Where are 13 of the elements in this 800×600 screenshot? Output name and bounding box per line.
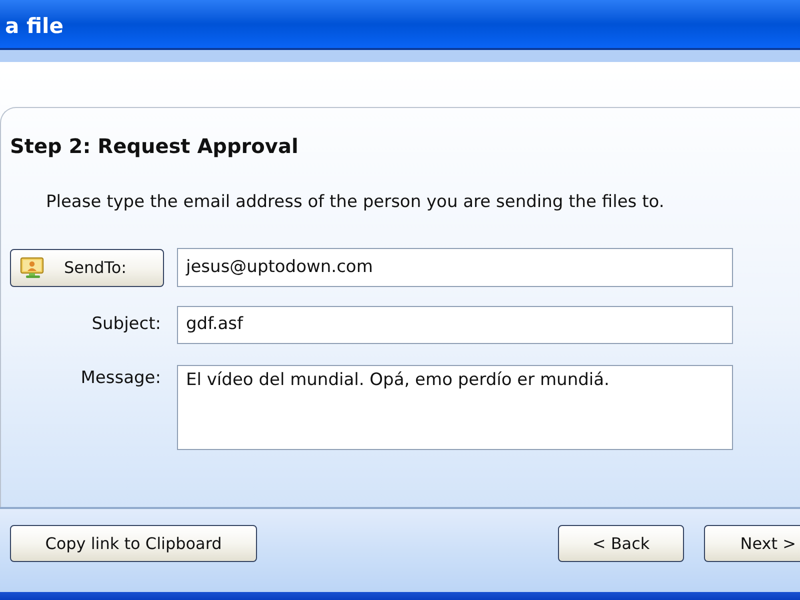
copy-link-button[interactable]: Copy link to Clipboard (10, 525, 257, 562)
subject-field[interactable]: gdf.asf (177, 306, 733, 344)
message-field[interactable]: El vídeo del mundial. Opá, emo perdío er mundiá. (177, 365, 733, 450)
back-button[interactable]: < Back (558, 525, 684, 562)
send-to-button[interactable]: SendTo: (10, 249, 164, 287)
monitor-icon (20, 257, 46, 279)
message-label: Message: (80, 367, 161, 390)
window-title: a file (5, 13, 64, 40)
instruction-text: Please type the email address of the person you are sending the files to. (46, 191, 666, 213)
subject-label: Subject: (90, 313, 161, 336)
email-field[interactable]: jesus@uptodown.com (177, 248, 733, 287)
next-button[interactable]: Next > (704, 525, 800, 562)
step-title: Step 2: Request Approval (10, 133, 300, 159)
